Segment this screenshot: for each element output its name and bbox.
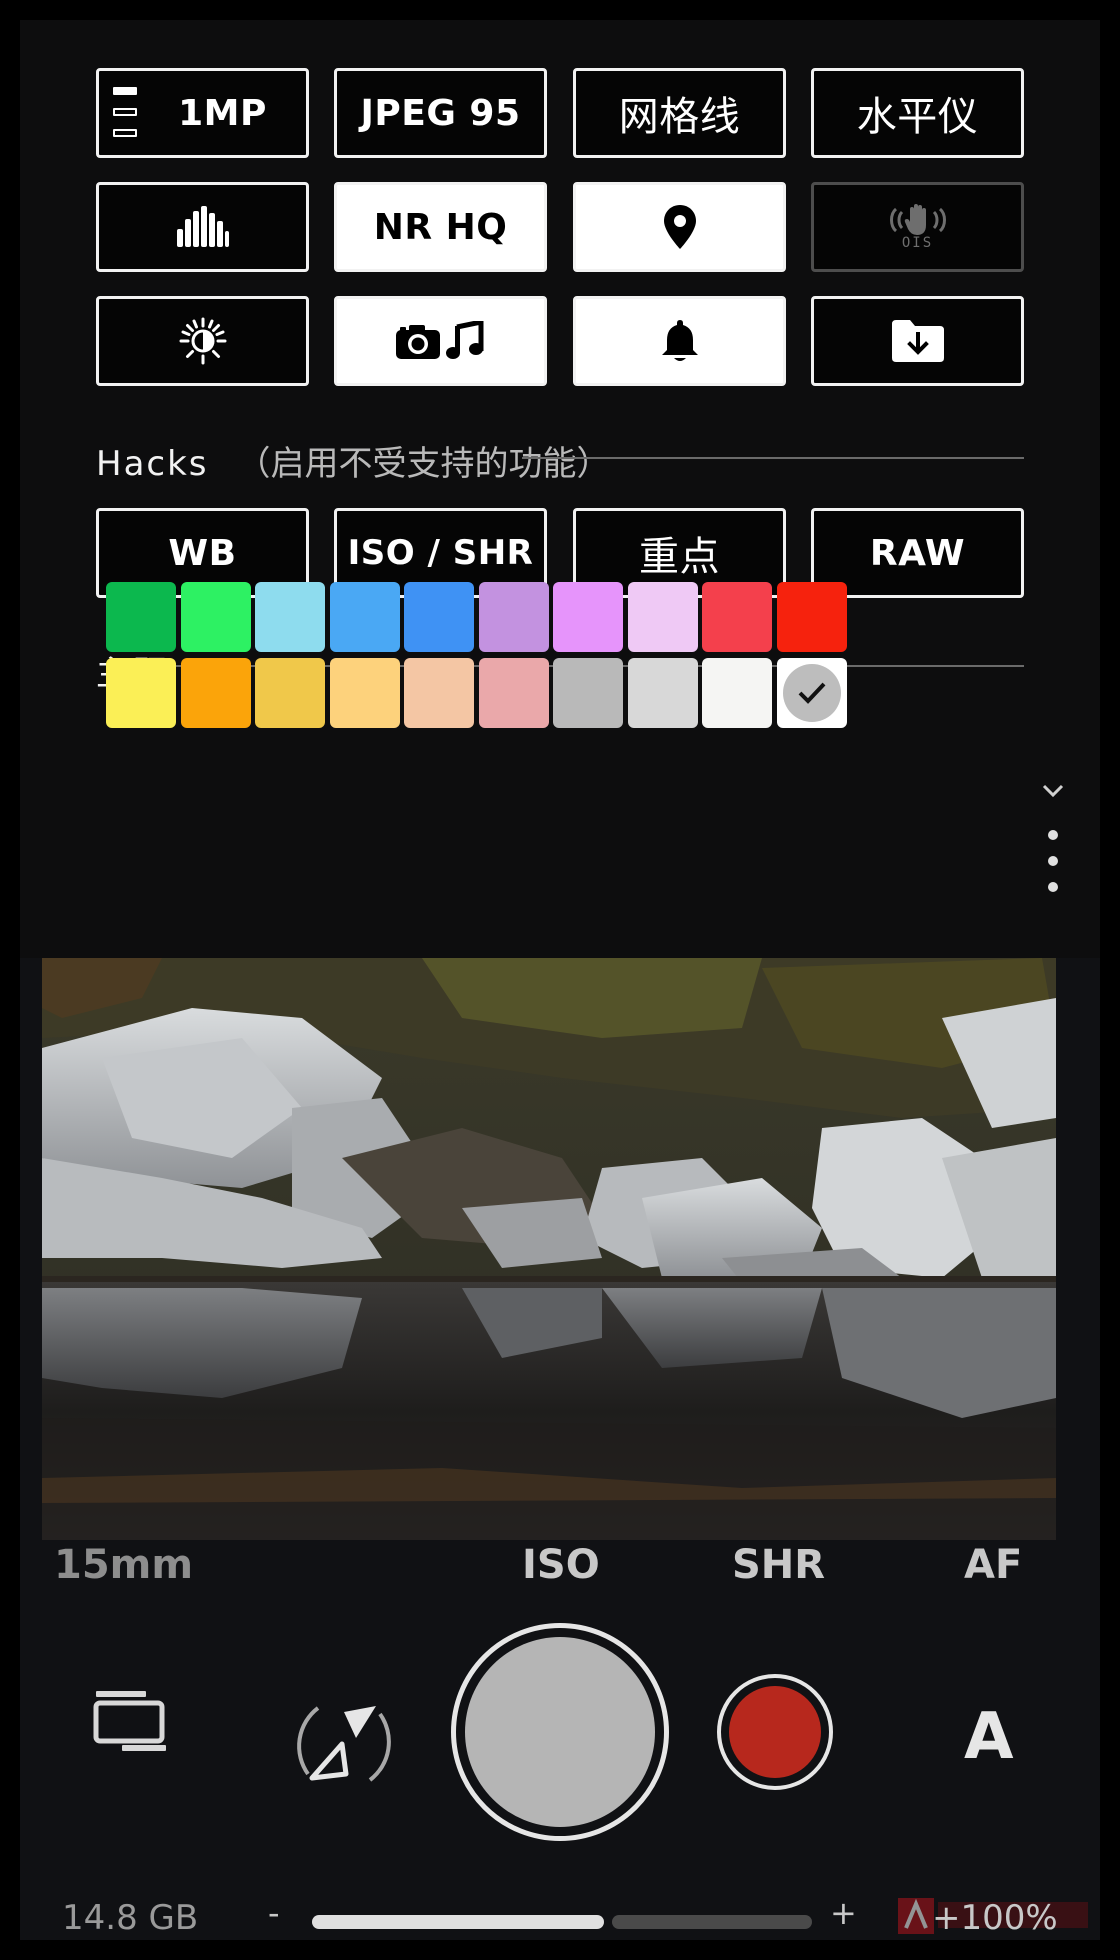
zoom-value: +100% — [932, 1898, 1058, 1938]
jpeg-quality-button[interactable]: JPEG 95 — [334, 68, 547, 158]
stabilization-hand-icon — [889, 204, 946, 235]
zoom-slider-remaining — [612, 1915, 812, 1929]
iso-button[interactable]: ISO — [522, 1542, 600, 1588]
exposure-button[interactable] — [96, 296, 309, 386]
zoom-slider[interactable] — [312, 1915, 812, 1929]
shutter-speed-button[interactable]: SHR — [732, 1542, 825, 1588]
shooting-mode-button[interactable]: A — [964, 1700, 1014, 1774]
histogram-icon — [176, 206, 229, 247]
jpeg-quality-label: JPEG 95 — [360, 92, 521, 134]
theme-swatch[interactable] — [255, 658, 325, 728]
hack-focus-label: 重点 — [639, 534, 720, 580]
viewfinder-scene-image — [42, 958, 1056, 1540]
theme-swatch[interactable] — [553, 582, 623, 652]
theme-swatch[interactable] — [702, 658, 772, 728]
gallery-button[interactable] — [90, 1680, 170, 1760]
noise-reduction-label: NR HQ — [373, 206, 508, 248]
ois-label: OIS — [901, 235, 934, 251]
save-location-button[interactable] — [811, 296, 1024, 386]
theme-swatch[interactable] — [255, 582, 325, 652]
theme-swatch[interactable] — [479, 582, 549, 652]
theme-swatch[interactable] — [106, 582, 176, 652]
theme-swatch[interactable] — [628, 658, 698, 728]
theme-swatch[interactable] — [181, 658, 251, 728]
level-button[interactable]: 水平仪 — [811, 68, 1024, 158]
resolution-bars-icon — [113, 87, 137, 137]
ois-indicator: OIS — [886, 203, 950, 251]
location-button[interactable] — [573, 182, 786, 272]
theme-swatch[interactable] — [404, 582, 474, 652]
theme-swatch[interactable] — [106, 658, 176, 728]
switch-camera-button[interactable] — [284, 1684, 404, 1804]
theme-swatch[interactable] — [777, 658, 847, 728]
exposure-compensation-icon — [179, 317, 226, 365]
record-video-button[interactable] — [717, 1674, 833, 1790]
theme-swatch[interactable] — [628, 582, 698, 652]
gallery-stack-icon — [93, 1691, 166, 1751]
hack-iso-shr-label: ISO / SHR — [347, 533, 534, 573]
focal-length-button[interactable]: 15mm — [54, 1542, 193, 1588]
more-vert-icon[interactable] — [1038, 826, 1068, 896]
camera-app: 1MP JPEG 95 网格线 水平仪 NR HQ OIS Hacks （启用不… — [20, 20, 1100, 1940]
theme-swatch[interactable] — [404, 658, 474, 728]
hacks-heading: Hacks （启用不受支持的功能） — [96, 436, 611, 485]
level-label: 水平仪 — [856, 94, 979, 140]
zoom-in-button[interactable]: + — [830, 1894, 857, 1932]
theme-swatch[interactable] — [330, 582, 400, 652]
hacks-note: （启用不受支持的功能） — [236, 444, 611, 484]
noise-reduction-button[interactable]: NR HQ — [334, 182, 547, 272]
theme-swatch[interactable] — [479, 658, 549, 728]
histogram-button[interactable] — [96, 182, 309, 272]
settings-panel: 1MP JPEG 95 网格线 水平仪 NR HQ OIS Hacks （启用不… — [20, 20, 1100, 958]
location-pin-icon — [663, 205, 696, 249]
checkmark-icon — [783, 664, 841, 722]
notification-button[interactable] — [573, 296, 786, 386]
theme-swatch[interactable] — [553, 658, 623, 728]
shutter-button[interactable] — [451, 1623, 669, 1841]
chevron-down-icon[interactable] — [1038, 776, 1068, 806]
shutter-sound-button[interactable] — [334, 296, 547, 386]
switch-camera-icon — [297, 1706, 391, 1782]
camera-viewfinder[interactable] — [42, 958, 1056, 1540]
resolution-label: 1MP — [178, 92, 267, 134]
grid-label: 网格线 — [618, 94, 741, 140]
autofocus-button[interactable]: AF — [964, 1542, 1022, 1588]
hack-wb-label: WB — [168, 532, 237, 574]
hacks-divider — [522, 457, 1024, 459]
theme-swatch[interactable] — [702, 582, 772, 652]
grid-button[interactable]: 网格线 — [573, 68, 786, 158]
ois-button[interactable]: OIS — [811, 182, 1024, 272]
record-dot — [729, 1686, 821, 1778]
theme-swatch[interactable] — [181, 582, 251, 652]
resolution-button[interactable]: 1MP — [96, 68, 309, 158]
shutter-button-inner — [465, 1637, 655, 1827]
folder-download-icon — [891, 320, 944, 362]
bell-icon — [661, 320, 698, 361]
storage-remaining: 14.8 GB — [62, 1898, 199, 1938]
hacks-title: Hacks — [96, 444, 209, 484]
theme-swatch[interactable] — [330, 658, 400, 728]
camera-sound-icon — [395, 321, 483, 359]
zoom-out-button[interactable]: - — [268, 1894, 280, 1932]
hack-raw-label: RAW — [869, 532, 966, 574]
theme-swatch[interactable] — [777, 582, 847, 652]
zoom-slider-filled — [312, 1915, 604, 1929]
